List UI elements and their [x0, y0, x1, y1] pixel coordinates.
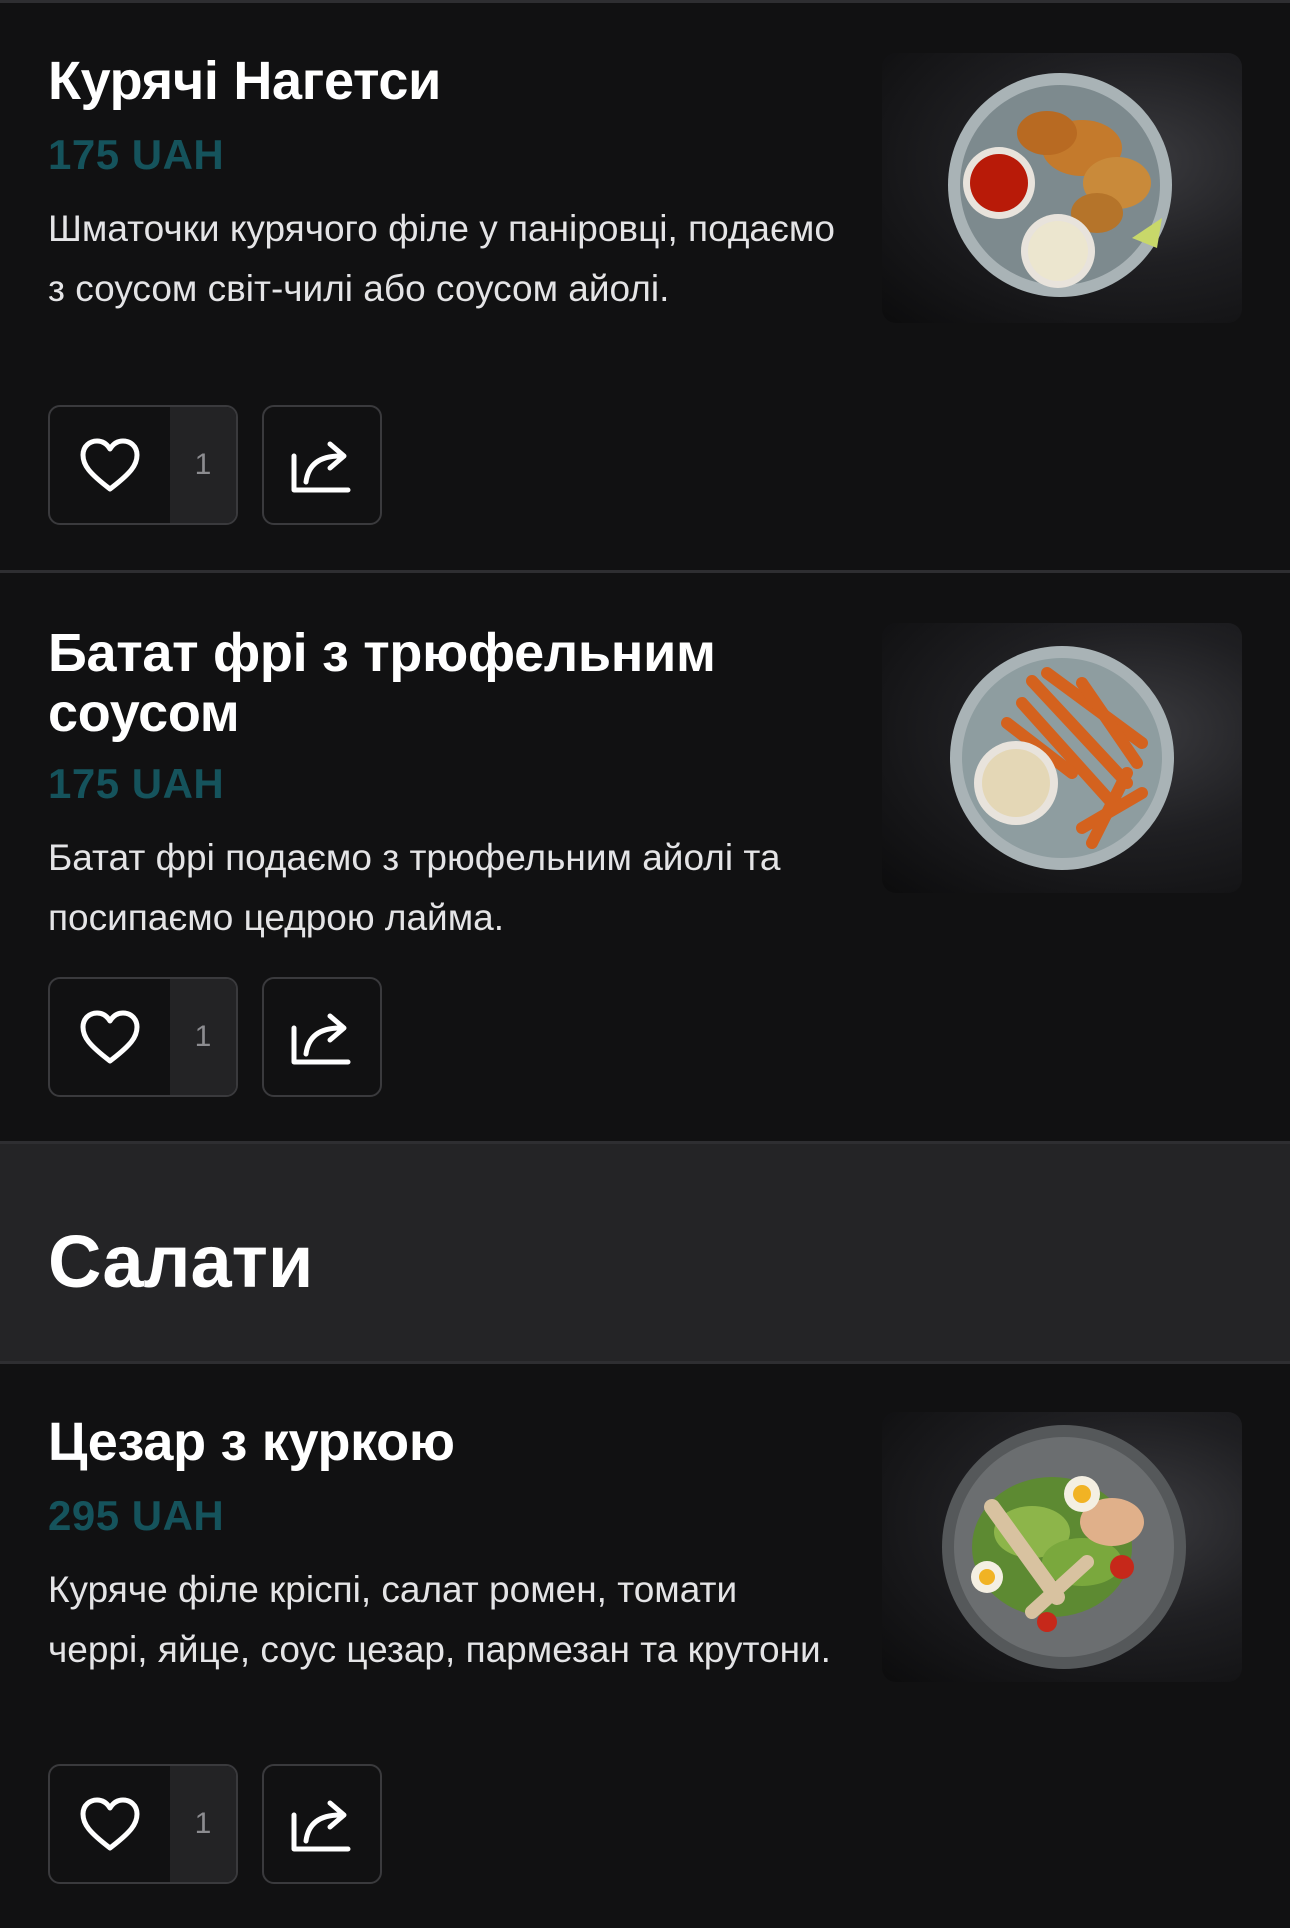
- item-photo[interactable]: [882, 1412, 1242, 1682]
- share-icon: [291, 441, 351, 493]
- caesar-salad-image: [942, 1425, 1186, 1669]
- like-count: 1: [170, 407, 236, 523]
- menu-page: Курячі Нагетси 175 UAH Шматочки курячого…: [0, 0, 1290, 1928]
- heart-icon[interactable]: [50, 407, 170, 523]
- item-title: Батат фрі з трюфельним соусом: [48, 623, 716, 743]
- like-button[interactable]: 1: [48, 405, 238, 525]
- section-title: Салати: [48, 1220, 314, 1303]
- item-title: Курячі Нагетси: [48, 51, 442, 111]
- item-photo[interactable]: [882, 53, 1242, 323]
- item-photo[interactable]: [882, 623, 1242, 893]
- heart-icon[interactable]: [50, 1766, 170, 1882]
- like-button[interactable]: 1: [48, 1764, 238, 1884]
- item-price: 175 UAH: [48, 760, 225, 807]
- menu-item: Курячі Нагетси 175 UAH Шматочки курячого…: [0, 3, 1290, 573]
- like-count: 1: [170, 1766, 236, 1882]
- item-description: Куряче філе кріспі, салат ромен, томати …: [48, 1569, 831, 1670]
- heart-icon[interactable]: [50, 979, 170, 1095]
- share-button[interactable]: [262, 405, 382, 525]
- item-price: 175 UAH: [48, 131, 225, 178]
- item-description: Батат фрі подаємо з трюфельним айолі та …: [48, 837, 781, 938]
- nuggets-image: [948, 73, 1172, 297]
- item-description: Шматочки курячого філе у паніровці, пода…: [48, 208, 835, 309]
- like-button[interactable]: 1: [48, 977, 238, 1097]
- share-button[interactable]: [262, 1764, 382, 1884]
- menu-item: Цезар з куркою 295 UAH Куряче філе крісп…: [0, 1364, 1290, 1928]
- share-icon: [291, 1013, 351, 1065]
- like-count: 1: [170, 979, 236, 1095]
- item-price: 295 UAH: [48, 1492, 225, 1539]
- menu-item: Батат фрі з трюфельним соусом 175 UAH Ба…: [0, 573, 1290, 1144]
- section-header: Салати: [0, 1144, 1290, 1364]
- share-button[interactable]: [262, 977, 382, 1097]
- share-icon: [291, 1800, 351, 1852]
- sweet-potato-fries-image: [950, 646, 1174, 870]
- item-title: Цезар з куркою: [48, 1412, 455, 1472]
